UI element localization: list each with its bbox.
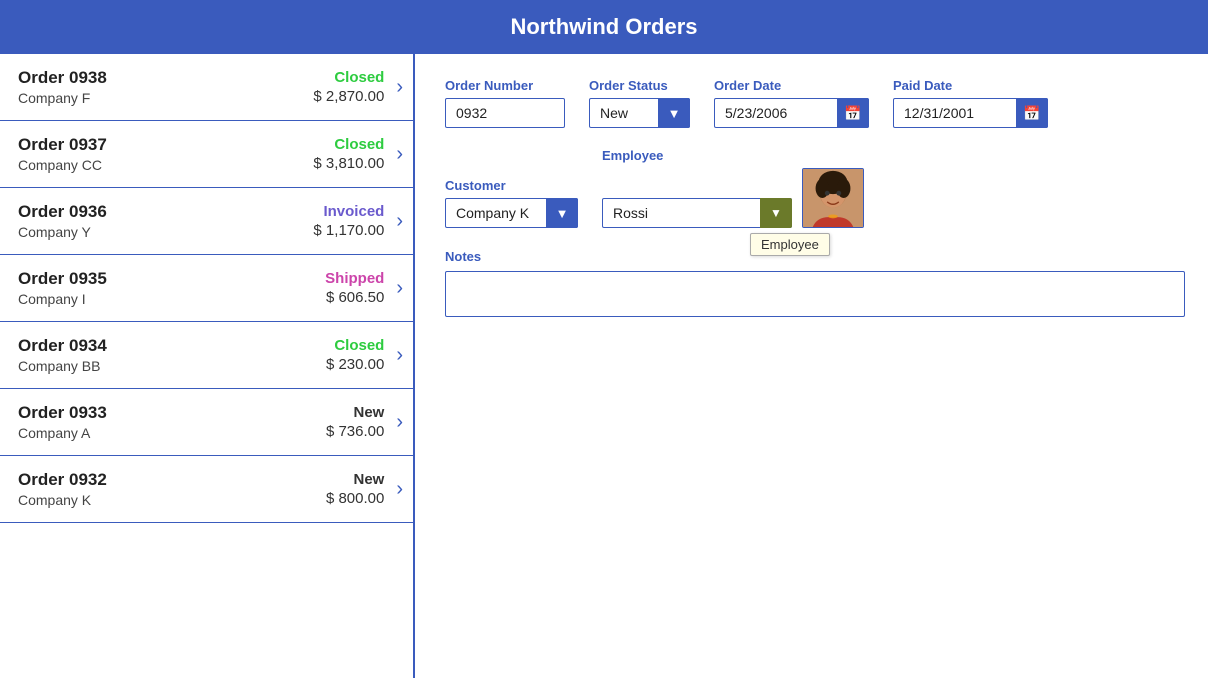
order-company: Company CC — [18, 157, 313, 173]
chevron-right-icon: › — [396, 143, 403, 166]
order-status: New — [353, 404, 384, 421]
customer-group: Customer Company ACompany BCompany FComp… — [445, 178, 578, 228]
chevron-right-icon: › — [396, 478, 403, 501]
order-date-label: Order Date — [714, 78, 869, 93]
employee-dropdown-icon[interactable]: ▼ — [760, 198, 792, 228]
list-item[interactable]: Order 0938 Company F Closed $ 2,870.00 › — [0, 54, 413, 121]
paid-date-calendar-icon[interactable]: 📅 — [1016, 98, 1048, 128]
order-right: Closed $ 3,810.00 — [313, 136, 384, 172]
order-amount: $ 1,170.00 — [313, 222, 384, 239]
order-status-select-wrapper: NewShippedInvoicedClosed ▼ — [589, 98, 690, 128]
chevron-right-icon: › — [396, 411, 403, 434]
order-status: Closed — [334, 136, 384, 153]
order-info: Order 0936 Company Y — [18, 202, 313, 240]
notes-label: Notes — [445, 249, 481, 264]
order-info: Order 0933 Company A — [18, 403, 326, 441]
order-status: Shipped — [325, 270, 384, 287]
order-amount: $ 230.00 — [326, 356, 384, 373]
order-right: Closed $ 230.00 — [326, 337, 384, 373]
order-list: Order 0938 Company F Closed $ 2,870.00 ›… — [0, 54, 415, 678]
order-info: Order 0934 Company BB — [18, 336, 326, 374]
order-status: Closed — [334, 337, 384, 354]
order-name: Order 0934 — [18, 336, 326, 356]
detail-panel: Order Number Order Status NewShippedInvo… — [415, 54, 1208, 678]
order-company: Company A — [18, 425, 326, 441]
order-status-group: Order Status NewShippedInvoicedClosed ▼ — [589, 78, 690, 128]
app-title: Northwind Orders — [0, 0, 1208, 54]
order-name: Order 0937 — [18, 135, 313, 155]
chevron-right-icon: › — [396, 76, 403, 99]
order-status: Invoiced — [323, 203, 384, 220]
order-number-group: Order Number — [445, 78, 565, 128]
list-item[interactable]: Order 0936 Company Y Invoiced $ 1,170.00… — [0, 188, 413, 255]
employee-photo — [802, 168, 864, 228]
order-status-label: Order Status — [589, 78, 690, 93]
order-number-label: Order Number — [445, 78, 565, 93]
order-info: Order 0935 Company I — [18, 269, 325, 307]
list-item[interactable]: Order 0935 Company I Shipped $ 606.50 › — [0, 255, 413, 322]
employee-avatar-svg — [803, 168, 863, 228]
order-date-group: Order Date 📅 — [714, 78, 869, 128]
order-amount: $ 736.00 — [326, 423, 384, 440]
order-number-input[interactable] — [445, 98, 565, 128]
order-company: Company BB — [18, 358, 326, 374]
order-status: New — [353, 471, 384, 488]
order-name: Order 0936 — [18, 202, 313, 222]
order-status-select[interactable]: NewShippedInvoicedClosed — [589, 98, 690, 128]
order-right: New $ 736.00 — [326, 404, 384, 440]
order-right: Shipped $ 606.50 — [325, 270, 384, 306]
customer-select[interactable]: Company ACompany BCompany FCompany IComp… — [445, 198, 578, 228]
order-info: Order 0932 Company K — [18, 470, 326, 508]
order-status: Closed — [334, 69, 384, 86]
order-right: Invoiced $ 1,170.00 — [313, 203, 384, 239]
chevron-right-icon: › — [396, 344, 403, 367]
order-name: Order 0932 — [18, 470, 326, 490]
paid-date-label: Paid Date — [893, 78, 1048, 93]
order-info: Order 0937 Company CC — [18, 135, 313, 173]
notes-input[interactable] — [445, 271, 1185, 317]
order-amount: $ 800.00 — [326, 490, 384, 507]
customer-label: Customer — [445, 178, 578, 193]
employee-section: ▼ Employee — [602, 168, 864, 228]
form-row-2: Customer Company ACompany BCompany FComp… — [445, 148, 1185, 228]
employee-input-wrap: ▼ Employee — [602, 198, 792, 228]
chevron-right-icon: › — [396, 277, 403, 300]
paid-date-wrapper: 📅 — [893, 98, 1048, 128]
order-name: Order 0933 — [18, 403, 326, 423]
order-date-wrapper: 📅 — [714, 98, 869, 128]
list-item[interactable]: Order 0933 Company A New $ 736.00 › — [0, 389, 413, 456]
form-row-1: Order Number Order Status NewShippedInvo… — [445, 78, 1185, 128]
order-info: Order 0938 Company F — [18, 68, 313, 106]
chevron-right-icon: › — [396, 210, 403, 233]
order-company: Company I — [18, 291, 325, 307]
notes-section: Notes — [445, 248, 1185, 322]
list-item[interactable]: Order 0934 Company BB Closed $ 230.00 › — [0, 322, 413, 389]
employee-tooltip: Employee — [750, 233, 830, 256]
order-company: Company F — [18, 90, 313, 106]
customer-select-wrapper: Company ACompany BCompany FCompany IComp… — [445, 198, 578, 228]
order-right: New $ 800.00 — [326, 471, 384, 507]
order-name: Order 0935 — [18, 269, 325, 289]
order-right: Closed $ 2,870.00 — [313, 69, 384, 105]
order-amount: $ 3,810.00 — [313, 155, 384, 172]
list-item[interactable]: Order 0937 Company CC Closed $ 3,810.00 … — [0, 121, 413, 188]
employee-label: Employee — [602, 148, 864, 163]
order-company: Company K — [18, 492, 326, 508]
paid-date-group: Paid Date 📅 — [893, 78, 1048, 128]
order-company: Company Y — [18, 224, 313, 240]
order-amount: $ 2,870.00 — [313, 88, 384, 105]
order-amount: $ 606.50 — [326, 289, 384, 306]
list-item[interactable]: Order 0932 Company K New $ 800.00 › — [0, 456, 413, 523]
order-name: Order 0938 — [18, 68, 313, 88]
order-date-calendar-icon[interactable]: 📅 — [837, 98, 869, 128]
employee-group: Employee ▼ Employee — [602, 148, 864, 228]
